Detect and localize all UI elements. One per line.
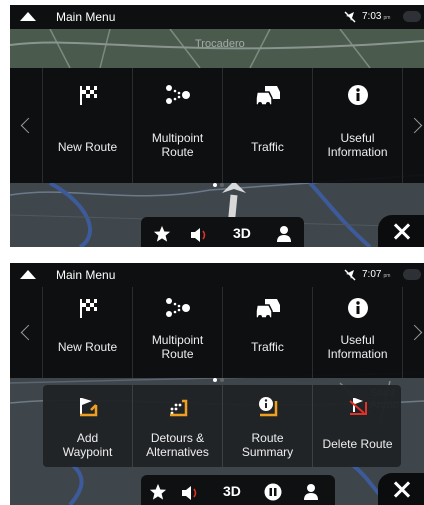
menu-item-multipoint-route[interactable]: Multipoint Route: [132, 68, 222, 183]
navigation-screen-route-menu: Saint Anato Main Menu 7:07pm New Route: [10, 263, 424, 505]
clock: 7:07 pm: [362, 269, 390, 280]
route-action-label: Delete Route: [322, 437, 393, 451]
close-menu-button[interactable]: [378, 473, 424, 505]
view-mode-button[interactable]: 3D: [223, 483, 241, 503]
menu-item-new-route[interactable]: New Route: [42, 68, 132, 183]
traffic-cars-icon: [254, 86, 280, 106]
route-summary-icon: [258, 397, 277, 417]
gps-off-icon: [344, 11, 356, 23]
navigation-screen-main-menu: Trocadero Main Menu 7:03 pm New Route Mu…: [10, 5, 424, 247]
message-icon[interactable]: [403, 269, 421, 280]
scroll-left-icon[interactable]: [20, 117, 37, 134]
menu-item-traffic[interactable]: Traffic: [222, 287, 312, 378]
clock: 7:03 pm: [362, 11, 390, 22]
menu-item-label: Useful Information: [327, 333, 388, 361]
delete-route-button[interactable]: Delete Route: [312, 385, 402, 467]
clock-ampm: pm: [383, 273, 391, 279]
main-menu-panel: New Route Multipoint Route Traffic Usefu…: [10, 68, 424, 187]
map-place-label: Trocadero: [195, 38, 245, 50]
info-icon: [347, 85, 368, 105]
status-bar: Main Menu 7:07 pm: [10, 263, 424, 287]
close-menu-button[interactable]: [378, 215, 424, 247]
gps-off-icon: [344, 269, 356, 281]
speaker-icon[interactable]: [181, 483, 201, 503]
menu-item-label: New Route: [57, 140, 118, 154]
star-icon[interactable]: [153, 224, 171, 244]
page-title: Main Menu: [56, 268, 116, 282]
info-icon: [347, 298, 368, 318]
collapse-menu-icon[interactable]: [20, 12, 36, 21]
multipoint-icon: [165, 85, 190, 104]
user-icon[interactable]: [303, 482, 319, 502]
scroll-right-icon[interactable]: [406, 324, 423, 341]
page-dot: [220, 183, 224, 187]
star-icon[interactable]: [149, 482, 167, 502]
checkered-flag-icon: [79, 86, 97, 105]
menu-item-label: Traffic: [251, 140, 284, 154]
page-dot-active: [213, 183, 217, 187]
route-actions-panel: Add Waypoint Detours & Alternatives Rout…: [43, 385, 401, 467]
message-icon[interactable]: [403, 11, 421, 22]
detours-alternatives-button[interactable]: Detours & Alternatives: [132, 385, 222, 467]
view-mode-button[interactable]: 3D: [233, 225, 251, 245]
menu-item-traffic[interactable]: Traffic: [222, 68, 312, 183]
menu-item-useful-information[interactable]: Useful Information: [312, 287, 403, 378]
page-dot-active: [213, 378, 217, 382]
bottom-toolbar: 3D: [141, 217, 304, 247]
route-action-label: Detours & Alternatives: [146, 431, 209, 459]
scroll-right-icon[interactable]: [406, 117, 423, 134]
menu-item-label: Multipoint Route: [151, 131, 204, 159]
add-waypoint-icon: [79, 398, 97, 417]
menu-item-new-route[interactable]: New Route: [42, 287, 132, 378]
menu-item-label: New Route: [57, 340, 118, 354]
menu-item-label: Multipoint Route: [151, 333, 204, 361]
menu-item-multipoint-route[interactable]: Multipoint Route: [132, 287, 222, 378]
speaker-icon[interactable]: [190, 225, 210, 245]
status-bar: Main Menu 7:03 pm: [10, 5, 424, 29]
detours-icon: [169, 399, 187, 417]
page-title: Main Menu: [56, 10, 116, 24]
pause-icon[interactable]: [264, 482, 282, 502]
bottom-toolbar: 3D: [141, 475, 335, 505]
multipoint-icon: [165, 298, 190, 317]
user-icon[interactable]: [276, 224, 292, 244]
main-menu-panel: New Route Multipoint Route Traffic Usefu…: [10, 287, 424, 382]
traffic-cars-icon: [254, 299, 280, 319]
route-action-label: Route Summary: [241, 431, 294, 459]
collapse-menu-icon[interactable]: [20, 270, 36, 279]
page-dot: [220, 378, 224, 382]
route-action-label: Add Waypoint: [62, 431, 113, 459]
checkered-flag-icon: [79, 299, 97, 318]
clock-time: 7:03: [362, 11, 382, 22]
scroll-left-icon[interactable]: [20, 324, 37, 341]
clock-time: 7:07: [362, 269, 382, 280]
clock-ampm: pm: [383, 15, 391, 21]
menu-item-label: Useful Information: [327, 131, 388, 159]
delete-route-icon: [348, 398, 367, 415]
menu-item-label: Traffic: [251, 340, 284, 354]
route-summary-button[interactable]: Route Summary: [222, 385, 312, 467]
menu-item-useful-information[interactable]: Useful Information: [312, 68, 403, 183]
page-indicator: [213, 174, 227, 192]
add-waypoint-button[interactable]: Add Waypoint: [43, 385, 132, 467]
